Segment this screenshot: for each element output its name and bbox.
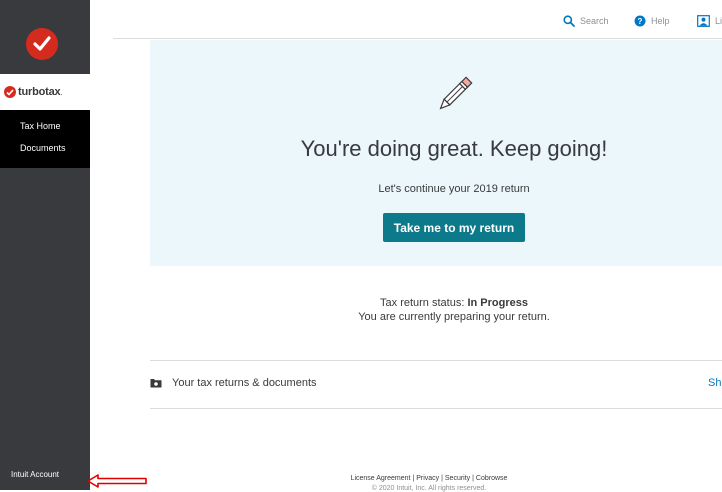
return-status: Tax return status: In Progress bbox=[150, 297, 722, 309]
take-me-to-my-return-button[interactable]: Take me to my return bbox=[383, 213, 525, 242]
brand-logo: turbotax. bbox=[0, 74, 90, 110]
sidebar-item-tax-home[interactable]: Tax Home bbox=[0, 115, 90, 137]
search-button[interactable]: Search bbox=[563, 15, 609, 27]
brand-suffix: . bbox=[60, 87, 63, 97]
sidebar: turbotax. Tax Home Documents Intuit Acco… bbox=[0, 0, 90, 490]
help-button[interactable]: ? Help bbox=[634, 15, 670, 27]
return-status-detail: You are currently preparing your return. bbox=[358, 311, 550, 323]
checkmark-icon bbox=[4, 86, 16, 98]
logo-tile[interactable] bbox=[0, 6, 90, 74]
svg-text:?: ? bbox=[638, 17, 643, 26]
security-link[interactable]: Security bbox=[445, 475, 470, 482]
sidebar-nav: Tax Home Documents bbox=[0, 110, 90, 168]
sidebar-item-intuit-account[interactable]: Intuit Account bbox=[11, 470, 59, 479]
search-label: Search bbox=[580, 16, 609, 26]
help-icon: ? bbox=[634, 15, 646, 27]
hero-subtitle: Let's continue your 2019 return bbox=[378, 183, 530, 195]
return-status-prefix: Tax return status: bbox=[380, 297, 468, 309]
tax-returns-label: Your tax returns & documents bbox=[172, 377, 317, 389]
help-label: Help bbox=[651, 16, 670, 26]
license-agreement-link[interactable]: License Agreement bbox=[351, 475, 411, 482]
privacy-link[interactable]: Privacy bbox=[416, 475, 439, 482]
pencil-icon bbox=[439, 76, 473, 110]
hero-title: You're doing great. Keep going! bbox=[300, 136, 608, 161]
tax-returns-row[interactable]: Your tax returns & documents Sh bbox=[150, 360, 722, 409]
checkmark-circle-icon bbox=[26, 28, 58, 60]
copyright: © 2020 Intuit, Inc. All rights reserved. bbox=[371, 485, 487, 492]
profile-icon bbox=[697, 15, 710, 27]
show-link[interactable]: Sh bbox=[708, 377, 721, 389]
brand-name: turbotax bbox=[18, 86, 61, 98]
arrow-left-icon bbox=[87, 474, 147, 488]
top-bar: Search ? Help Li bbox=[113, 6, 722, 39]
footer-links: License Agreement | Privacy | Security |… bbox=[150, 475, 708, 482]
profile-button[interactable]: Li bbox=[697, 15, 722, 27]
folder-icon bbox=[150, 379, 162, 388]
cobrowse-link[interactable]: Cobrowse bbox=[476, 475, 508, 482]
sidebar-item-documents[interactable]: Documents bbox=[0, 137, 90, 159]
return-status-value: In Progress bbox=[467, 297, 528, 309]
profile-label: Li bbox=[715, 16, 722, 26]
search-icon bbox=[563, 15, 575, 27]
